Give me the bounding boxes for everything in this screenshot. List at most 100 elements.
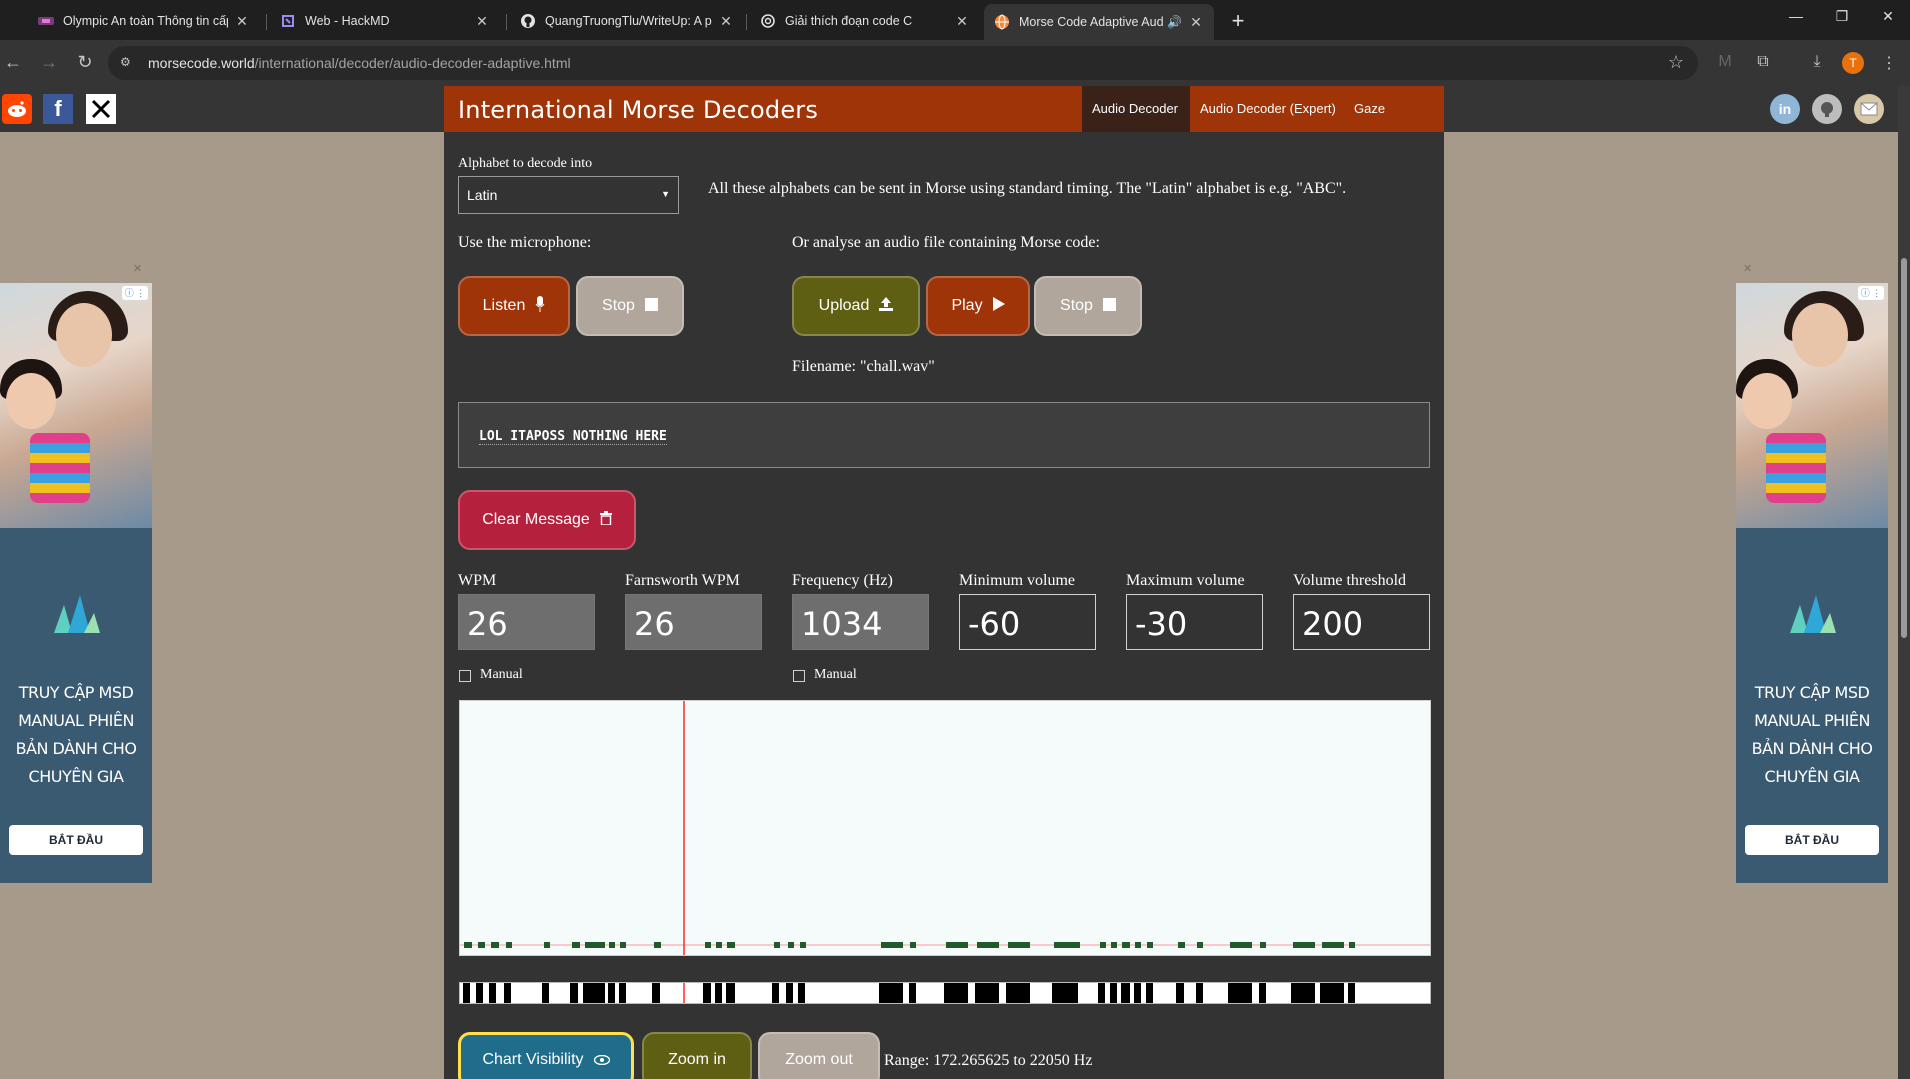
timeline-mark [1146,983,1153,1003]
restore-button[interactable]: ❐ [1822,8,1862,25]
address-bar[interactable]: ⚙ morsecode.world/international/decoder/… [108,46,1698,80]
forward-arrow-icon[interactable]: → [36,52,62,73]
timeline-mark [1110,983,1117,1003]
facebook-icon[interactable]: f [43,94,73,124]
timeline-mark [504,983,511,1003]
clear-message-button[interactable]: Clear Message [458,490,636,550]
chart-visibility-button[interactable]: Chart Visibility [458,1032,634,1079]
speaker-icon[interactable]: 🔊 [1167,15,1182,29]
github-icon[interactable] [1812,94,1842,124]
wpm-manual-checkbox[interactable] [459,670,471,682]
browser-tab-bar: Olympic An toàn Thông tin cấp ✕ Web - Ha… [0,0,1910,40]
tab-title: Morse Code Adaptive Audi [1019,15,1164,29]
left-advertisement[interactable]: ⓘ ⋮ TRUY CẬP MSD MANUAL PHIÊN BẢN DÀNH C… [0,283,152,883]
ad-cta-button[interactable]: BẮT ĐẦU [1745,825,1879,855]
upload-icon [879,297,894,315]
download-icon[interactable]: ⤓ [1806,53,1828,71]
bookmark-star-icon[interactable]: ☆ [1668,52,1684,73]
upload-button[interactable]: Upload [792,276,920,336]
minimize-button[interactable]: — [1776,8,1816,24]
clear-label: Clear Message [482,511,590,528]
adchoices-icon[interactable]: ⓘ ⋮ [122,286,148,300]
ad-cta-button[interactable]: BẮT ĐẦU [9,825,143,855]
signal-mark [1122,942,1130,948]
farnsworth-wpm-input[interactable]: 26 [625,594,762,650]
nav-audio-decoder-expert[interactable]: Audio Decoder (Expert) [1190,86,1346,132]
tab-separator [506,14,507,30]
decoded-output-box[interactable]: LOL ITAPOSS NOTHING HERE [458,402,1430,468]
min-volume-input[interactable]: -60 [959,594,1096,650]
close-tab-icon[interactable]: ✕ [954,13,970,30]
listen-button[interactable]: Listen [458,276,570,336]
alphabet-select[interactable]: Latin ▼ [458,176,679,214]
page-scrollbar[interactable] [1898,86,1910,1079]
signal-mark [572,942,580,948]
signal-mark [654,942,661,948]
volume-threshold-input[interactable]: 200 [1293,594,1430,650]
browser-tab-4[interactable]: Giải thích đoạn code C ✕ [750,6,980,36]
ad-line: MANUAL PHIÊN [1754,711,1870,730]
new-tab-button[interactable]: + [1226,8,1250,34]
extensions-puzzle-icon[interactable]: ⧉ [1752,53,1774,71]
back-arrow-icon[interactable]: ← [0,52,26,73]
browser-tab-1[interactable]: Olympic An toàn Thông tin cấp ✕ [28,6,260,36]
timeline-mark [909,983,916,1003]
linkedin-icon[interactable]: in [1770,94,1800,124]
wpm-input[interactable]: 26 [458,594,595,650]
timeline-mark [1259,983,1266,1003]
ad-logo-icon [1790,595,1836,633]
play-button[interactable]: Play [926,276,1030,336]
zoom-in-button[interactable]: Zoom in [642,1032,752,1079]
close-tab-icon[interactable]: ✕ [1188,14,1204,31]
timeline-mark [1320,983,1344,1003]
nav-gaze-decoder[interactable]: Gaze Decoder [1344,86,1444,162]
site-title[interactable]: International Morse Decoders [458,96,818,124]
scrollbar-thumb[interactable] [1901,258,1907,638]
reddit-icon[interactable] [2,94,32,124]
spectrogram-chart[interactable] [459,700,1431,956]
timeline-mark [1006,983,1030,1003]
right-advertisement[interactable]: ⓘ ⋮ TRUY CẬP MSD MANUAL PHIÊN BẢN DÀNH C… [1736,283,1888,883]
close-window-button[interactable]: ✕ [1868,8,1908,25]
menu-dots-icon[interactable]: ⋮ [1878,53,1900,73]
max-volume-input[interactable]: -30 [1126,594,1263,650]
hackmd-icon [280,13,296,29]
timeline-mark [1228,983,1252,1003]
reload-icon[interactable]: ↻ [72,52,98,73]
browser-tab-3[interactable]: QuangTruongTlu/WriteUp: A pl ✕ [510,6,744,36]
signal-mark [585,942,605,948]
extension-m-icon[interactable]: M [1714,53,1736,71]
timeline-mark [608,983,615,1003]
alphabet-label: Alphabet to decode into [458,156,593,171]
play-label: Play [951,297,983,314]
timeline-mark [715,983,722,1003]
morse-timeline-strip[interactable] [459,982,1431,1004]
email-icon[interactable] [1854,94,1884,124]
timeline-svg [463,983,1355,1003]
browser-tab-2[interactable]: Web - HackMD ✕ [270,6,500,36]
close-tab-icon[interactable]: ✕ [718,13,734,30]
nav-audio-decoder[interactable]: Audio Decoder [1082,86,1190,132]
site-info-icon[interactable]: ⚙ [120,55,136,71]
browser-tab-5-active[interactable]: Morse Code Adaptive Audi 🔊 ✕ [984,4,1214,40]
ad-text: TRUY CẬP MSD MANUAL PHIÊN BẢN DÀNH CHO C… [1736,679,1888,791]
timeline-mark [726,983,735,1003]
frequency-manual-label: Manual [814,667,857,682]
mic-stop-button[interactable]: Stop [576,276,684,336]
frequency-manual-checkbox[interactable] [793,670,805,682]
file-stop-button[interactable]: Stop [1034,276,1142,336]
ad-close-icon[interactable]: ✕ [1743,262,1752,275]
adchoices-icon[interactable]: ⓘ ⋮ [1858,286,1884,300]
frequency-label: Frequency (Hz) [792,572,893,589]
signal-mark [1322,942,1344,948]
frequency-input[interactable]: 1034 [792,594,929,650]
tab-title: Giải thích đoạn code C [785,14,913,28]
zoom-out-button[interactable]: Zoom out [758,1032,880,1079]
ad-close-icon[interactable]: ✕ [133,262,142,275]
profile-avatar[interactable]: T [1842,52,1864,74]
close-tab-icon[interactable]: ✕ [474,13,490,30]
x-twitter-icon[interactable] [86,94,116,124]
timeline-mark [489,983,496,1003]
signal-mark [609,942,615,948]
close-tab-icon[interactable]: ✕ [234,13,250,30]
